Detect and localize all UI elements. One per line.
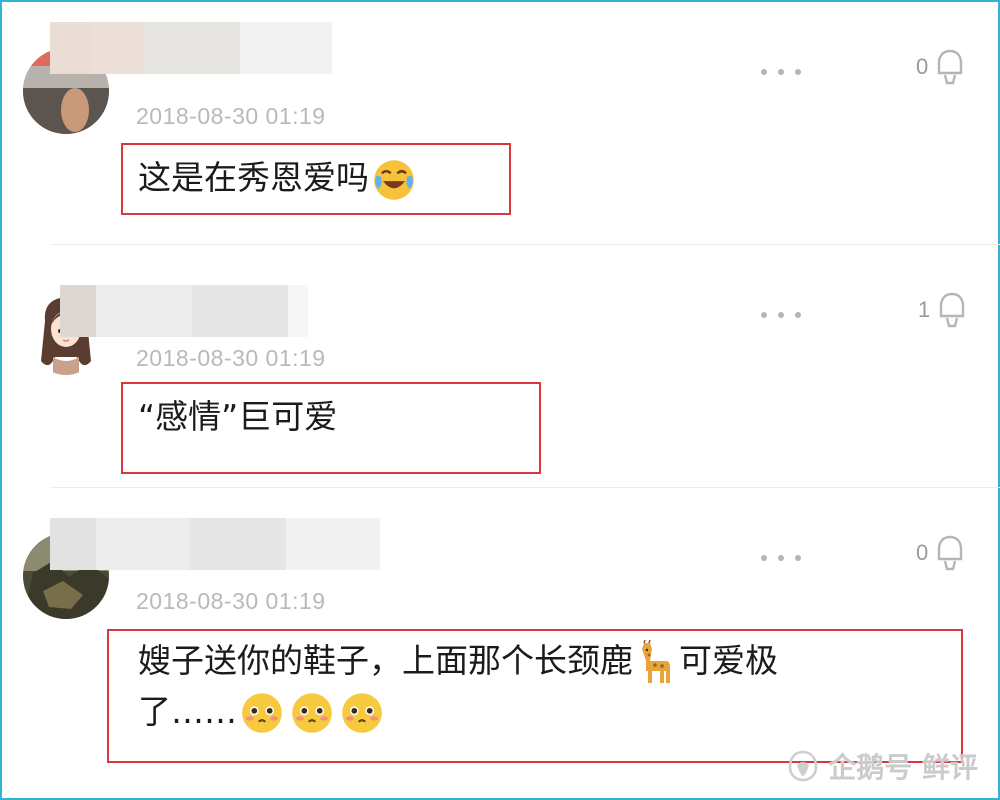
comment-timestamp: 2018-08-30 01:19 [136,103,326,129]
comment-text: 嫂子送你的鞋子，上面那个长颈鹿 可爱极 了…… [138,636,778,737]
username-blurred[interactable] [50,518,380,570]
watermark: 企鹅号 鲜评 [786,746,978,786]
thumbs-up-icon [940,292,965,328]
more-options-button[interactable] [761,64,801,80]
dot-icon [761,312,767,318]
dot-icon [778,69,784,75]
pleading-face-icon [342,693,382,733]
like-button[interactable]: 0 [916,48,964,86]
like-button[interactable]: 1 [918,291,966,329]
face-with-tears-of-joy-icon [374,159,414,200]
more-options-button[interactable] [761,307,801,323]
comment-text-line2: 了…… [138,691,237,731]
dot-icon [795,312,801,318]
comment-text-line1: 嫂子送你的鞋子，上面那个长颈鹿 [138,641,633,680]
like-count: 1 [918,297,931,322]
pleading-face-icon [242,693,282,733]
penguin-logo-icon [788,750,818,782]
like-count: 0 [916,540,929,565]
comment-text: 这是在秀恩爱吗 [138,153,419,203]
comment-timestamp: 2018-08-30 01:19 [136,345,326,371]
pleading-face-icon [292,693,332,733]
comment-text: “感情”巨可爱 [138,397,338,436]
dot-icon [778,555,784,561]
dot-icon [795,69,801,75]
username-blurred[interactable] [50,22,332,74]
dot-icon [761,69,767,75]
watermark-text: 企鹅号 鲜评 [828,751,978,784]
comment-timestamp: 2018-08-30 01:19 [136,588,326,614]
like-count: 0 [916,54,929,79]
dot-icon [761,555,767,561]
thumbs-up-icon [938,49,963,85]
dot-icon [795,555,801,561]
like-button[interactable]: 0 [916,534,964,572]
thumbs-up-icon [938,535,963,571]
giraffe-icon [642,639,670,683]
comment-text-content: 这是在秀恩爱吗 [138,158,369,197]
dot-icon [778,312,784,318]
username-blurred[interactable] [60,285,308,337]
more-options-button[interactable] [761,550,801,566]
comment-text-line1-tail: 可爱极 [679,641,778,680]
comment-item: 2018-08-30 01:19 0 这是在秀恩爱吗 [0,0,1000,245]
comment-item: 2018-08-30 01:19 1 “感情”巨可爱 [0,245,1000,488]
